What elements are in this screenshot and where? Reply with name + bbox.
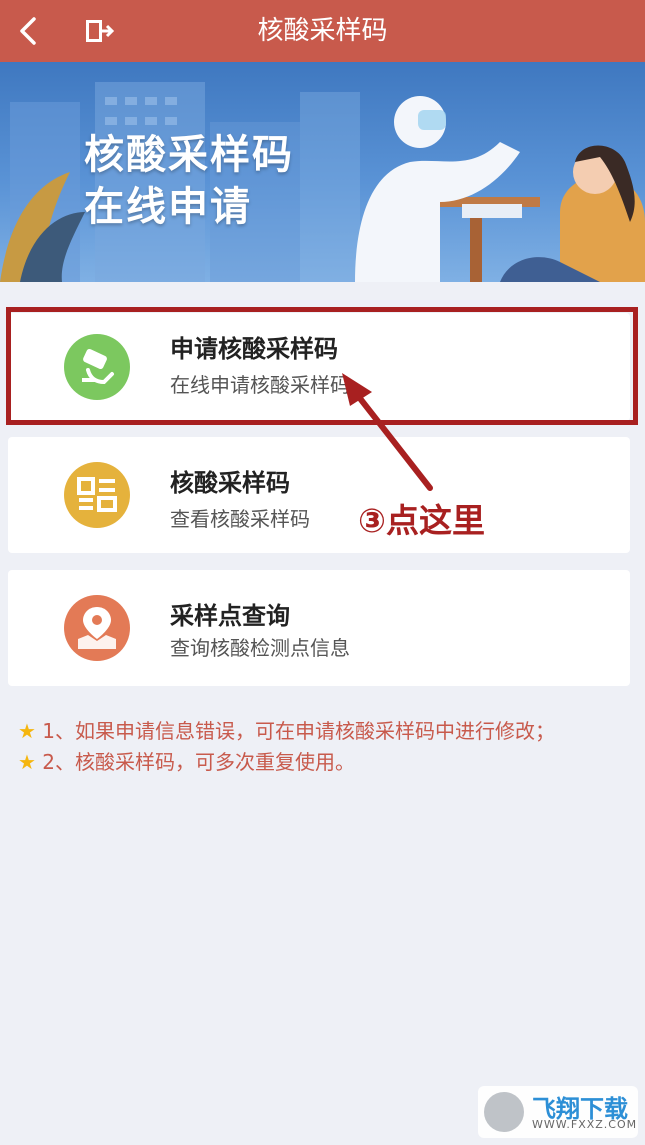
watermark-logo-icon: [484, 1092, 524, 1132]
note-text: 2、核酸采样码，可多次重复使用。: [42, 750, 356, 774]
star-icon: ★: [18, 719, 36, 743]
notes-section: ★ 1、如果申请信息错误，可在申请核酸采样码中进行修改； ★ 2、核酸采样码，可…: [18, 716, 628, 778]
watermark: 飞翔下载 WWW.FXXZ.COM: [478, 1086, 638, 1138]
watermark-url: WWW.FXXZ.COM: [532, 1118, 638, 1131]
note-item: ★ 2、核酸采样码，可多次重复使用。: [18, 747, 628, 778]
annotation-text: ③点这里: [358, 501, 485, 540]
star-icon: ★: [18, 750, 36, 774]
note-text: 1、如果申请信息错误，可在申请核酸采样码中进行修改；: [42, 719, 556, 743]
pointer-arrow-icon: [342, 373, 433, 491]
note-item: ★ 1、如果申请信息错误，可在申请核酸采样码中进行修改；: [18, 716, 628, 747]
